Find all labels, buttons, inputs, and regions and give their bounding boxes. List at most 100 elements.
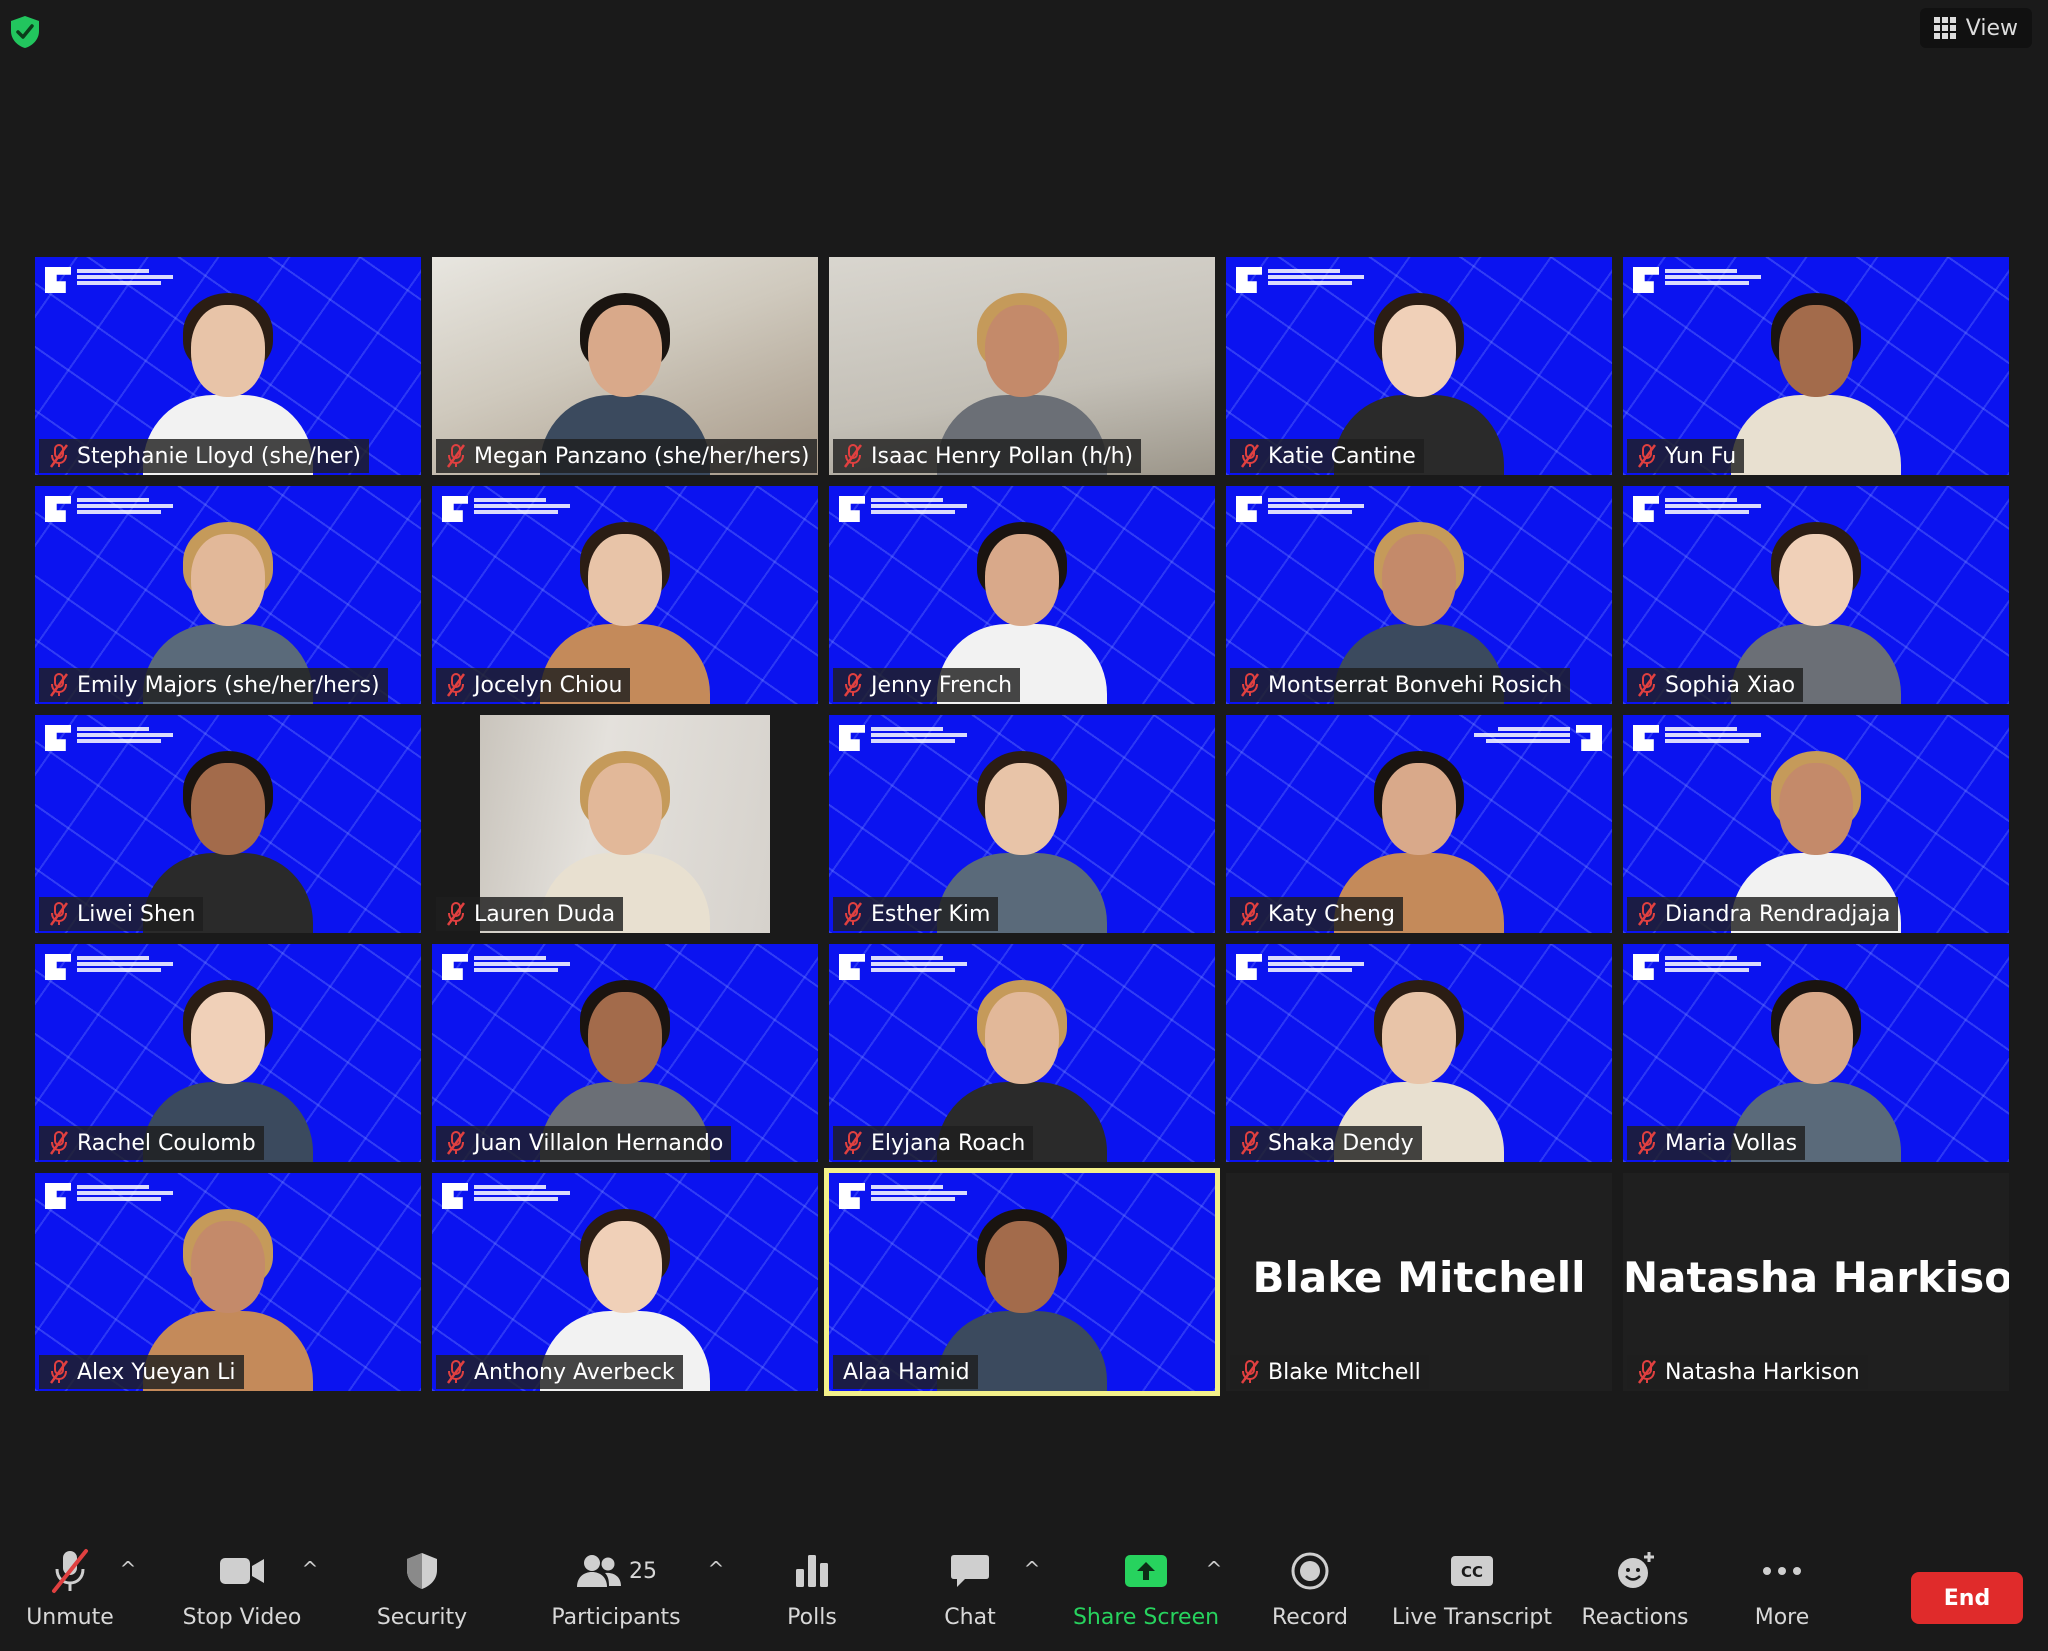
participant-name-tag: Katie Cantine bbox=[1230, 439, 1424, 473]
share-screen-button[interactable]: Share Screen bbox=[1072, 1543, 1220, 1643]
muted-microphone-icon bbox=[49, 672, 69, 698]
participant-tile[interactable]: Juan Villalon Hernando bbox=[432, 944, 818, 1162]
muted-microphone-icon bbox=[1637, 1359, 1657, 1385]
participant-tile[interactable]: Blake Mitchell Blake Mitchell bbox=[1226, 1173, 1612, 1391]
reactions-label: Reactions bbox=[1581, 1605, 1689, 1630]
security-button[interactable]: Security bbox=[372, 1543, 472, 1643]
participant-name-tag: Elyjana Roach bbox=[833, 1126, 1034, 1160]
video-options-chevron-icon[interactable]: ^ bbox=[300, 1559, 320, 1579]
participant-name: Elyjana Roach bbox=[871, 1130, 1026, 1156]
muted-microphone-icon bbox=[49, 901, 69, 927]
muted-microphone-icon bbox=[843, 1130, 863, 1156]
participants-options-chevron-icon[interactable]: ^ bbox=[706, 1559, 726, 1579]
participant-tile[interactable]: Yun Fu bbox=[1623, 257, 2009, 475]
muted-microphone-icon bbox=[1637, 672, 1657, 698]
participant-tile[interactable]: Katie Cantine bbox=[1226, 257, 1612, 475]
participant-tile[interactable]: Jenny French bbox=[829, 486, 1215, 704]
more-ellipsis-icon bbox=[1761, 1543, 1803, 1599]
unmute-label: Unmute bbox=[26, 1605, 114, 1630]
chat-options-chevron-icon[interactable]: ^ bbox=[1022, 1559, 1042, 1579]
video-gallery: Stephanie Lloyd (she/her) Megan Panzano (… bbox=[35, 257, 2009, 1396]
participant-name: Montserrat Bonvehi Rosich bbox=[1268, 672, 1563, 698]
participant-tile[interactable]: Alex Yueyan Li bbox=[35, 1173, 421, 1391]
participant-name: Jenny French bbox=[871, 672, 1013, 698]
audio-options-chevron-icon[interactable]: ^ bbox=[118, 1559, 138, 1579]
participant-tile[interactable]: Esther Kim bbox=[829, 715, 1215, 933]
participant-tile[interactable]: Isaac Henry Pollan (h/h) bbox=[829, 257, 1215, 475]
muted-microphone-icon bbox=[1637, 443, 1657, 469]
participant-tile[interactable]: Sophia Xiao bbox=[1623, 486, 2009, 704]
meeting-toolbar: Unmute ^ Stop Video ^ Security 25 Partic… bbox=[0, 1533, 2048, 1651]
svg-text:CC: CC bbox=[1461, 1563, 1483, 1581]
more-button[interactable]: More bbox=[1746, 1543, 1818, 1643]
muted-microphone-icon bbox=[49, 1359, 69, 1385]
participant-name-tag: Shaka Dendy bbox=[1230, 1126, 1422, 1160]
participant-video-silhouette bbox=[1731, 275, 1901, 475]
participant-tile[interactable]: Shaka Dendy bbox=[1226, 944, 1612, 1162]
view-button[interactable]: View bbox=[1919, 8, 2032, 48]
participant-name: Katie Cantine bbox=[1268, 443, 1416, 469]
participant-name-tag: Alaa Hamid bbox=[833, 1355, 978, 1389]
participant-name-tag: Katy Cheng bbox=[1230, 897, 1403, 931]
participant-tile[interactable]: Emily Majors (she/her/hers) bbox=[35, 486, 421, 704]
muted-microphone-icon bbox=[1240, 672, 1260, 698]
participant-tile[interactable]: Rachel Coulomb bbox=[35, 944, 421, 1162]
participant-tile[interactable]: Megan Panzano (she/her/hers) bbox=[432, 257, 818, 475]
participants-label: Participants bbox=[551, 1605, 681, 1630]
closed-caption-icon: CC bbox=[1449, 1543, 1495, 1599]
encryption-shield-icon[interactable] bbox=[8, 14, 42, 50]
polls-button[interactable]: Polls bbox=[774, 1543, 850, 1643]
muted-microphone-icon bbox=[1637, 1130, 1657, 1156]
participant-tile[interactable]: Liwei Shen bbox=[35, 715, 421, 933]
grid-view-icon bbox=[1933, 17, 1956, 39]
chat-button[interactable]: Chat bbox=[930, 1543, 1010, 1643]
participant-name-tag: Sophia Xiao bbox=[1627, 668, 1804, 702]
participant-tile[interactable]: Alaa Hamid bbox=[824, 1168, 1220, 1396]
participant-tile[interactable]: Jocelyn Chiou bbox=[432, 486, 818, 704]
participant-tile[interactable]: Anthony Averbeck bbox=[432, 1173, 818, 1391]
participant-tile[interactable]: Diandra Rendradjaja bbox=[1623, 715, 2009, 933]
participant-tile[interactable]: Natasha Harkison Natasha Harkison bbox=[1623, 1173, 2009, 1391]
participant-name: Alex Yueyan Li bbox=[77, 1359, 236, 1385]
participant-name: Diandra Rendradjaja bbox=[1665, 901, 1891, 927]
polls-label: Polls bbox=[787, 1605, 837, 1630]
reactions-button[interactable]: Reactions bbox=[1581, 1543, 1689, 1643]
muted-microphone-icon bbox=[1240, 1130, 1260, 1156]
participant-display-name: Natasha Harkison bbox=[1623, 1253, 2009, 1302]
stop-video-button[interactable]: Stop Video bbox=[180, 1543, 304, 1643]
end-meeting-button[interactable]: End bbox=[1911, 1572, 2023, 1624]
share-screen-label: Share Screen bbox=[1072, 1605, 1220, 1630]
participants-button[interactable]: 25 Participants bbox=[548, 1543, 684, 1643]
record-icon bbox=[1290, 1543, 1330, 1599]
participant-name-tag: Anthony Averbeck bbox=[436, 1355, 683, 1389]
participant-tile[interactable]: Maria Vollas bbox=[1623, 944, 2009, 1162]
participant-tile[interactable]: Katy Cheng bbox=[1226, 715, 1612, 933]
participant-display-name: Blake Mitchell bbox=[1252, 1253, 1586, 1302]
participant-name: Sophia Xiao bbox=[1665, 672, 1796, 698]
participant-name-tag: Diandra Rendradjaja bbox=[1627, 897, 1899, 931]
live-transcript-button[interactable]: CC Live Transcript bbox=[1392, 1543, 1552, 1643]
view-label: View bbox=[1965, 15, 2018, 41]
muted-microphone-icon bbox=[1240, 443, 1260, 469]
participant-name-tag: Blake Mitchell bbox=[1230, 1355, 1429, 1389]
participant-name: Jocelyn Chiou bbox=[474, 672, 623, 698]
participant-name-tag: Esther Kim bbox=[833, 897, 999, 931]
participant-name-tag: Montserrat Bonvehi Rosich bbox=[1230, 668, 1571, 702]
share-options-chevron-icon[interactable]: ^ bbox=[1204, 1559, 1224, 1579]
chat-bubble-icon bbox=[949, 1543, 991, 1599]
participant-tile[interactable]: Elyjana Roach bbox=[829, 944, 1215, 1162]
participant-name-tag: Rachel Coulomb bbox=[39, 1126, 264, 1160]
muted-microphone-icon bbox=[49, 443, 69, 469]
record-button[interactable]: Record bbox=[1264, 1543, 1356, 1643]
participant-tile[interactable]: Stephanie Lloyd (she/her) bbox=[35, 257, 421, 475]
muted-microphone-icon bbox=[843, 443, 863, 469]
participant-name: Natasha Harkison bbox=[1665, 1359, 1860, 1385]
participant-tile[interactable]: Lauren Duda bbox=[432, 715, 818, 933]
muted-microphone-icon bbox=[843, 901, 863, 927]
participant-name-tag: Liwei Shen bbox=[39, 897, 204, 931]
share-screen-arrow-icon bbox=[1123, 1543, 1169, 1599]
participant-tile[interactable]: Montserrat Bonvehi Rosich bbox=[1226, 486, 1612, 704]
muted-microphone-icon bbox=[446, 672, 466, 698]
muted-microphone-icon bbox=[446, 443, 466, 469]
unmute-button[interactable]: Unmute bbox=[18, 1543, 122, 1643]
